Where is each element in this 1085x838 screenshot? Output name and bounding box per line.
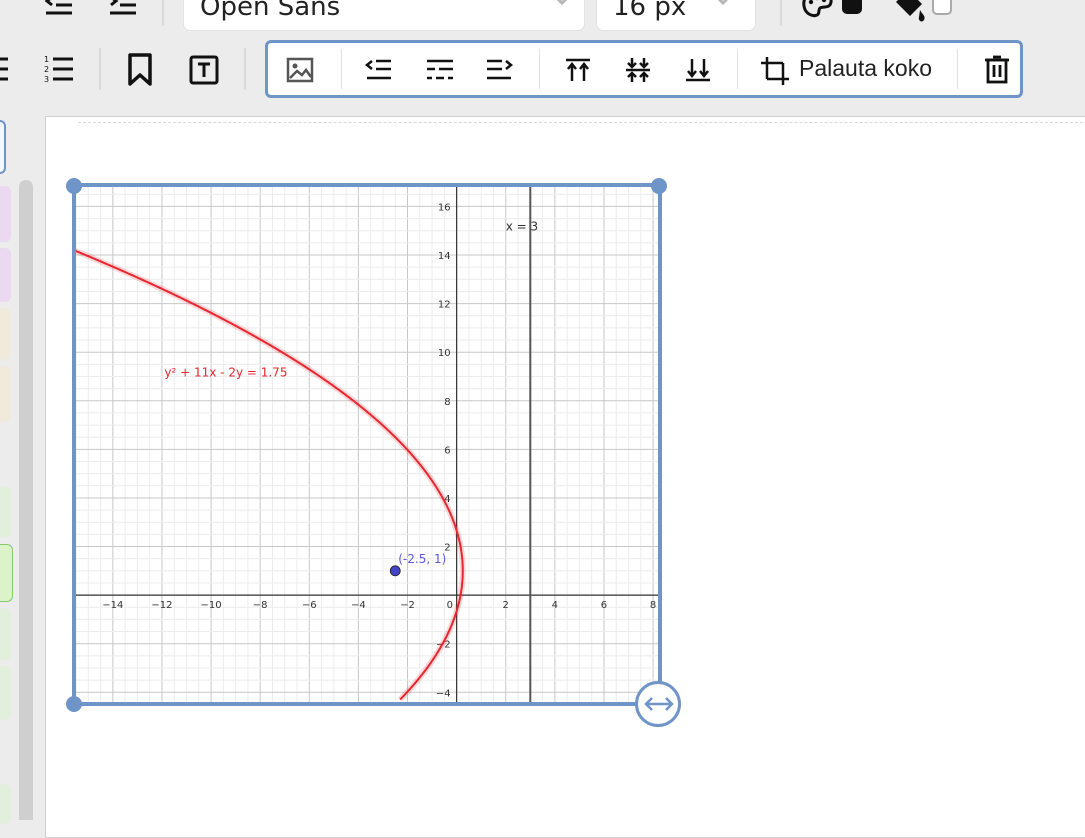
resize-handle-bottom-right[interactable] bbox=[635, 681, 681, 727]
vertical-line-label: x = 3 bbox=[506, 220, 538, 234]
text-box-icon[interactable] bbox=[189, 55, 219, 85]
align-top-icon[interactable] bbox=[564, 57, 592, 83]
x-tick-label: 8 bbox=[650, 600, 656, 611]
y-tick-label: 16 bbox=[438, 202, 451, 213]
crop-icon bbox=[761, 57, 789, 85]
left-panel-card[interactable] bbox=[0, 308, 11, 360]
toolbar-separator bbox=[957, 49, 958, 89]
y-tick-label: 6 bbox=[444, 445, 450, 456]
svg-text:3: 3 bbox=[44, 75, 49, 84]
x-tick-label: 2 bbox=[503, 600, 509, 611]
font-family-value: Open Sans bbox=[200, 0, 340, 22]
chevron-down-icon bbox=[711, 0, 735, 12]
font-size-select[interactable]: 16 px bbox=[597, 0, 755, 30]
left-panel-card[interactable] bbox=[0, 608, 11, 660]
x-tick-label: −10 bbox=[201, 600, 222, 611]
resize-handle-top-right[interactable] bbox=[651, 178, 667, 194]
indent-icon[interactable] bbox=[108, 0, 138, 20]
chevron-down-icon bbox=[550, 0, 574, 12]
reset-size-label: Palauta koko bbox=[799, 55, 932, 82]
resize-handle-top-left[interactable] bbox=[66, 178, 82, 194]
toolbar-separator bbox=[99, 48, 101, 90]
svg-text:1: 1 bbox=[44, 55, 49, 64]
x-tick-label: −6 bbox=[302, 600, 317, 611]
resize-handle-bottom-left[interactable] bbox=[66, 696, 82, 712]
y-tick-label: 12 bbox=[438, 300, 451, 311]
x-tick-label: −8 bbox=[253, 600, 268, 611]
wrap-left-icon[interactable] bbox=[365, 57, 393, 83]
left-panel-scrollbar[interactable] bbox=[19, 180, 33, 820]
bookmark-icon[interactable] bbox=[127, 53, 153, 87]
toolbar-separator bbox=[244, 48, 246, 90]
left-panel-card-selected[interactable] bbox=[0, 544, 13, 602]
x-tick-label: 4 bbox=[552, 600, 558, 611]
palette-icon[interactable] bbox=[801, 0, 865, 20]
toolbar-separator bbox=[162, 0, 164, 26]
y-tick-label: 10 bbox=[438, 348, 451, 359]
graph-image[interactable]: −14−12−10−8−6−4−202468−4−2246810121416x … bbox=[76, 187, 658, 702]
wrap-inline-icon[interactable] bbox=[425, 57, 455, 83]
font-family-select[interactable]: Open Sans bbox=[184, 0, 584, 30]
resize-horizontal-icon bbox=[643, 696, 675, 712]
wrap-right-icon[interactable] bbox=[485, 57, 513, 83]
toolbar-separator bbox=[539, 49, 540, 89]
y-tick-label: −4 bbox=[436, 688, 451, 699]
x-tick-label: −12 bbox=[151, 600, 172, 611]
parabola-label: y² + 11x - 2y = 1.75 bbox=[164, 365, 287, 379]
x-tick-label: 6 bbox=[601, 600, 607, 611]
left-panel-card[interactable] bbox=[0, 248, 11, 302]
align-middle-icon[interactable] bbox=[624, 57, 652, 83]
x-tick-label: −14 bbox=[102, 600, 123, 611]
y-tick-label: 8 bbox=[444, 397, 450, 408]
left-panel-card[interactable] bbox=[0, 186, 11, 242]
x-tick-label: −2 bbox=[400, 600, 415, 611]
font-size-value: 16 px bbox=[613, 0, 686, 22]
outdent-icon[interactable] bbox=[44, 0, 74, 20]
align-bottom-icon[interactable] bbox=[684, 57, 712, 83]
left-panel-card[interactable] bbox=[0, 784, 11, 824]
left-panel-card[interactable] bbox=[0, 366, 11, 422]
left-panel-card[interactable] bbox=[0, 666, 11, 720]
x-tick-label: −4 bbox=[351, 600, 366, 611]
image-icon[interactable] bbox=[286, 57, 314, 83]
image-toolbar: Palauta koko bbox=[265, 40, 1023, 98]
toolbar-separator bbox=[780, 0, 782, 26]
svg-text:2: 2 bbox=[44, 65, 49, 74]
trash-icon[interactable] bbox=[983, 55, 1011, 85]
point-label: (-2.5, 1) bbox=[398, 552, 446, 566]
fill-bucket-icon[interactable] bbox=[892, 0, 954, 24]
y-tick-label: 14 bbox=[438, 251, 451, 262]
point-marker bbox=[390, 566, 400, 576]
toolbar-separator bbox=[737, 49, 738, 89]
left-panel-tab[interactable] bbox=[0, 120, 6, 174]
reset-size-button[interactable]: Palauta koko bbox=[748, 43, 948, 95]
left-panel-card[interactable] bbox=[0, 486, 11, 538]
page-top-margin-guide bbox=[78, 122, 1085, 123]
x-tick-label: 0 bbox=[447, 600, 453, 611]
bulleted-list-icon[interactable] bbox=[0, 56, 10, 84]
numbered-list-icon[interactable]: 123 bbox=[44, 54, 74, 84]
toolbar-separator bbox=[341, 49, 342, 89]
